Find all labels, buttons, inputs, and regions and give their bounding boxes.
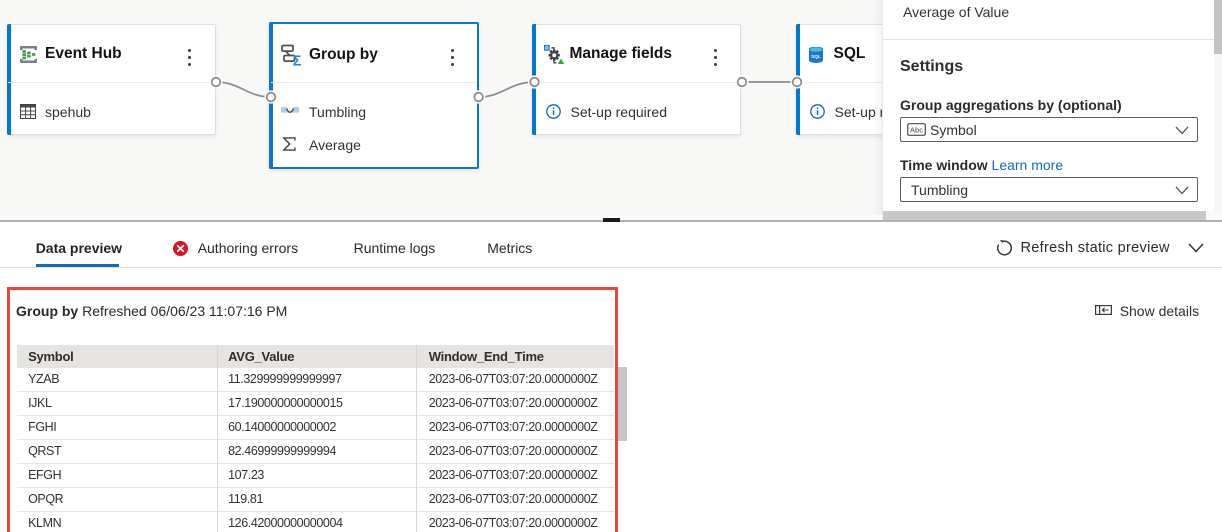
svg-text:Abc: Abc bbox=[910, 126, 923, 135]
